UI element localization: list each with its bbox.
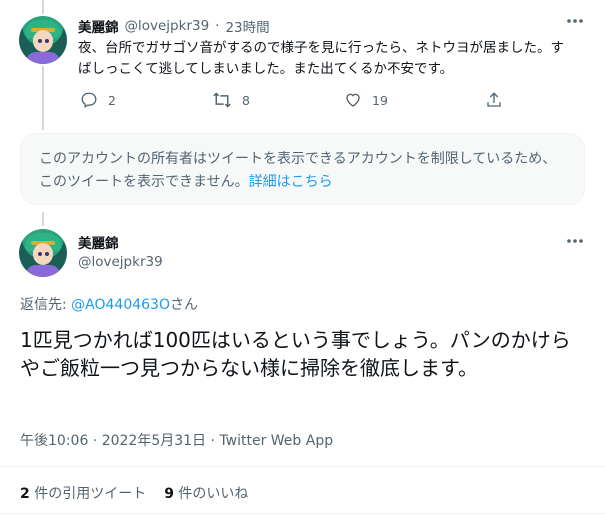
reply-icon [80, 91, 98, 109]
retweet-icon [212, 91, 232, 109]
reply-count: 2 [108, 92, 116, 108]
author-name[interactable]: 美麗錦 [78, 232, 119, 252]
replying-to: 返信先: @AO440463Oさん [20, 294, 198, 314]
like-button[interactable]: 19 [344, 91, 388, 109]
likes-count: 9 [164, 486, 174, 502]
likes-label: 件のいいね [178, 486, 249, 502]
thread-line-top [42, 0, 44, 14]
retweet-button[interactable]: 8 [212, 91, 250, 109]
like-icon [344, 91, 362, 109]
like-count: 19 [372, 92, 388, 108]
more-icon[interactable] [566, 18, 584, 24]
retweet-count: 8 [242, 92, 250, 108]
replying-to-handle[interactable]: @AO440463O [71, 297, 170, 313]
focused-tweet-text: 1匹見つかれば100匹はいるという事でしょう。パンのかけらやご飯粒一つ見つからな… [20, 328, 571, 380]
replying-to-suffix: さん [170, 297, 198, 313]
reply-button[interactable]: 2 [80, 91, 116, 109]
avatar[interactable] [19, 229, 67, 277]
quote-label: 件の引用ツイート [34, 486, 147, 502]
tweet-text: 夜、台所でガサゴソ音がするので様子を見に行ったら、ネトウヨが居ました。すばしっこ… [78, 40, 564, 77]
replying-to-label: 返信先: [20, 297, 67, 313]
divider [0, 466, 605, 467]
tweet-stats: 2 件の引用ツイート 9 件のいいね [20, 483, 248, 503]
thread-line-lower [42, 212, 44, 226]
likes-link[interactable]: 9 件のいいね [164, 483, 248, 503]
author-name[interactable]: 美麗錦 [78, 16, 119, 36]
divider [0, 513, 605, 514]
tweet-timestamp[interactable]: 午後10:06 · 2022年5月31日 · Twitter Web App [20, 430, 333, 450]
share-button[interactable] [485, 91, 503, 109]
quote-tweets-link[interactable]: 2 件の引用ツイート [20, 483, 146, 503]
author-handle[interactable]: @lovejpkr39 [125, 18, 210, 34]
avatar[interactable] [19, 16, 67, 64]
tweet-time[interactable]: 23時間 [225, 16, 269, 36]
more-icon[interactable] [566, 238, 584, 244]
tweet1-header: 美麗錦 @lovejpkr39 · 23時間 [78, 16, 270, 36]
restricted-tweet-notice: このアカウントの所有者はツイートを表示できるアカウントを制限しているため、このツ… [20, 133, 585, 205]
thread-line-mid [42, 66, 44, 130]
share-icon [485, 91, 503, 109]
learn-more-link[interactable]: 詳細はこちら [249, 174, 333, 190]
author-handle[interactable]: @lovejpkr39 [78, 254, 163, 270]
quote-count: 2 [20, 486, 30, 502]
